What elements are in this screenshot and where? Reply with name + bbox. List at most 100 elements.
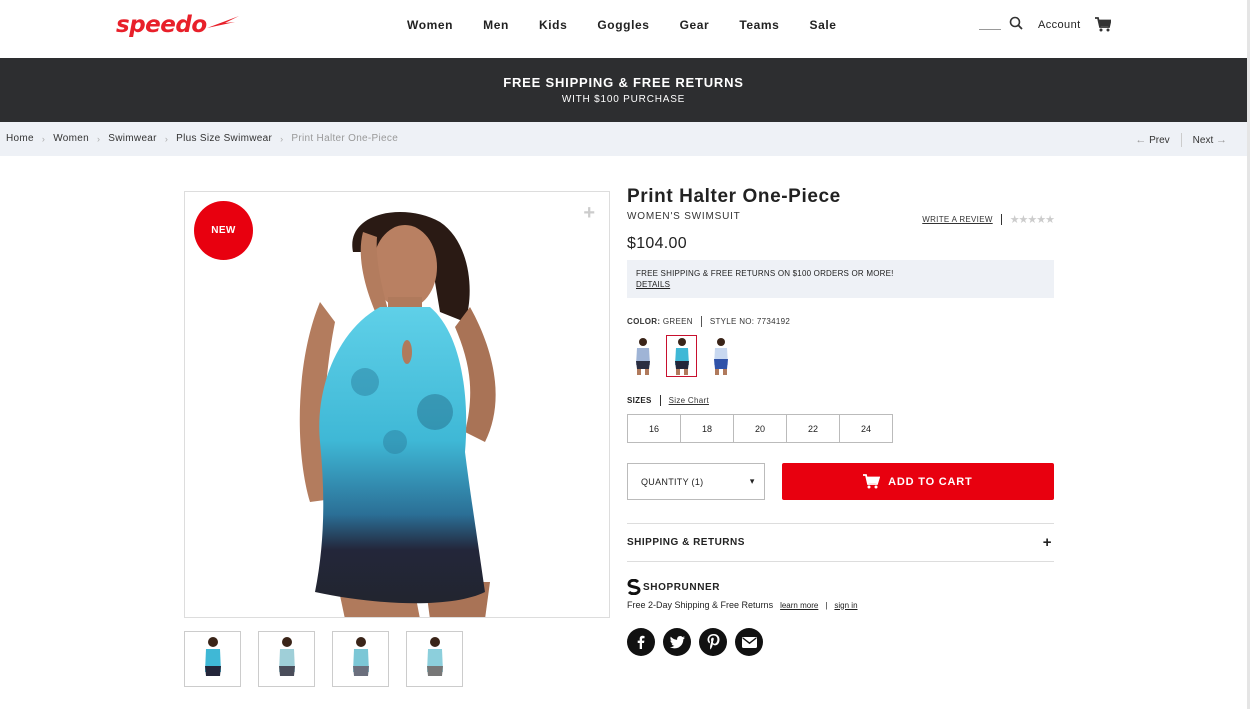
thumbnail-image [352, 637, 369, 676]
nav-gear[interactable]: Gear [680, 18, 710, 32]
breadcrumb-separator-icon: › [41, 133, 46, 144]
thumbnail-back[interactable] [258, 631, 315, 687]
cart-icon [863, 474, 881, 489]
arrow-right-icon[interactable]: → [1216, 134, 1227, 146]
shoprunner-text: Free 2-Day Shipping & Free Returns learn… [627, 600, 1054, 610]
expand-plus-icon[interactable]: + [1043, 534, 1052, 551]
size-chart-link[interactable]: Size Chart [669, 396, 709, 405]
shipping-note-text: FREE SHIPPING & FREE RETURNS ON $100 ORD… [636, 269, 894, 278]
nav-goggles[interactable]: Goggles [597, 18, 649, 32]
speedo-logo[interactable]: speedo [116, 12, 241, 38]
main-nav: Women Men Kids Goggles Gear Teams Sale [392, 18, 852, 32]
account-link[interactable]: Account [1038, 19, 1081, 31]
pinterest-icon[interactable] [699, 628, 727, 656]
thumbnail-front[interactable] [184, 631, 241, 687]
add-to-cart-label: ADD TO CART [888, 475, 973, 488]
thumbnail-side[interactable] [332, 631, 389, 687]
style-number: STYLE NO: 7734192 [709, 317, 791, 326]
shipping-note: FREE SHIPPING & FREE RETURNS ON $100 ORD… [627, 260, 1054, 298]
breadcrumb-home[interactable]: Home [6, 133, 34, 144]
review-divider [1000, 214, 1002, 225]
product-pager: ← Prev Next → [1135, 133, 1227, 147]
thumbnail-detail[interactable] [406, 631, 463, 687]
quantity-select[interactable]: QUANTITY (1) ▾ [627, 463, 765, 500]
promo-title: FREE SHIPPING & FREE RETURNS [503, 75, 744, 90]
shoprunner-icon [627, 579, 641, 595]
quantity-label: QUANTITY (1) [641, 476, 704, 487]
sizes-row: SIZES Size Chart [627, 395, 1054, 406]
cart-icon[interactable] [1095, 17, 1111, 32]
search-input[interactable] [979, 16, 1001, 30]
product-details: Print Halter One-Piece WOMEN'S SWIMSUIT … [627, 186, 1055, 656]
email-icon[interactable] [735, 628, 763, 656]
size-option-20[interactable]: 20 [733, 414, 787, 443]
pinterest-glyph [707, 634, 719, 650]
search[interactable] [979, 16, 1023, 30]
dropdown-arrow-icon: ▾ [749, 476, 755, 486]
size-option-16[interactable]: 16 [627, 414, 681, 443]
logo-text: speedo [116, 12, 207, 38]
sizes-divider [659, 395, 661, 406]
arrow-left-icon[interactable]: ← [1135, 134, 1146, 146]
swatch-navy[interactable] [627, 335, 658, 377]
breadcrumb-separator-icon: › [280, 133, 284, 144]
swatch-image [713, 338, 728, 375]
review-summary: WRITE A REVIEW ★★★★★ [922, 213, 1055, 226]
twitter-icon[interactable] [663, 628, 691, 656]
shoprunner-separator: | [825, 600, 828, 610]
email-glyph [741, 636, 757, 648]
nav-sale[interactable]: Sale [809, 18, 836, 32]
size-options: 16 18 20 22 24 [627, 414, 1054, 443]
breadcrumb-swimwear[interactable]: Swimwear [108, 133, 157, 144]
learn-more-link[interactable]: learn more [780, 601, 818, 610]
nav-kids[interactable]: Kids [539, 18, 567, 32]
breadcrumb-women[interactable]: Women [53, 133, 89, 144]
rating-stars-icon[interactable]: ★★★★★ [1010, 213, 1055, 226]
search-icon[interactable] [1009, 16, 1023, 30]
next-link[interactable]: Next [1193, 135, 1214, 146]
color-value: GREEN [662, 317, 693, 326]
facebook-glyph [637, 635, 645, 649]
social-share [627, 628, 1054, 656]
sizes-label: SIZES [627, 396, 652, 405]
breadcrumb-bar: Home › Women › Swimwear › Plus Size Swim… [0, 122, 1247, 156]
size-option-22[interactable]: 22 [786, 414, 840, 443]
thumbnail-image [278, 637, 295, 676]
main-product-image[interactable]: NEW + [184, 191, 610, 618]
sign-in-link[interactable]: sign in [834, 601, 857, 610]
pager-divider [1180, 133, 1182, 147]
shoprunner-logo: SHOPRUNNER [627, 579, 1054, 595]
swatch-image [674, 338, 689, 375]
swatch-green[interactable] [666, 335, 697, 377]
color-swatches [627, 335, 1054, 377]
size-option-18[interactable]: 18 [680, 414, 734, 443]
shoprunner-offer: Free 2-Day Shipping & Free Returns [627, 600, 774, 610]
color-divider [700, 316, 702, 327]
model-swimsuit-image [299, 212, 496, 617]
breadcrumb-current: Print Halter One-Piece [291, 133, 399, 144]
promo-subtitle: WITH $100 PURCHASE [561, 94, 686, 105]
thumbnail-image [204, 637, 221, 676]
color-label: COLOR: [627, 317, 661, 326]
add-to-cart-button[interactable]: ADD TO CART [781, 463, 1054, 500]
size-option-24[interactable]: 24 [839, 414, 893, 443]
buy-row: QUANTITY (1) ▾ ADD TO CART [627, 463, 1054, 500]
nav-men[interactable]: Men [483, 18, 509, 32]
shipping-returns-accordion[interactable]: SHIPPING & RETURNS + [627, 523, 1054, 562]
zoom-icon[interactable]: + [583, 202, 595, 225]
shipping-returns-label: SHIPPING & RETURNS [627, 537, 745, 548]
thumbnail-strip [184, 631, 480, 687]
swatch-blue[interactable] [705, 335, 736, 377]
write-review-link[interactable]: WRITE A REVIEW [922, 215, 992, 224]
color-row: COLOR: GREEN STYLE NO: 7734192 [627, 316, 1054, 327]
site-header: speedo Women Men Kids Goggles Gear Teams… [0, 0, 1247, 58]
new-badge: NEW [194, 201, 253, 260]
breadcrumb-plus-size[interactable]: Plus Size Swimwear [176, 133, 272, 144]
promo-banner[interactable]: FREE SHIPPING & FREE RETURNS WITH $100 P… [0, 58, 1247, 122]
breadcrumb: Home › Women › Swimwear › Plus Size Swim… [6, 133, 398, 144]
nav-women[interactable]: Women [407, 18, 453, 32]
nav-teams[interactable]: Teams [739, 18, 779, 32]
facebook-icon[interactable] [627, 628, 655, 656]
prev-link[interactable]: Prev [1149, 135, 1170, 146]
shipping-details-link[interactable]: DETAILS [636, 280, 670, 289]
